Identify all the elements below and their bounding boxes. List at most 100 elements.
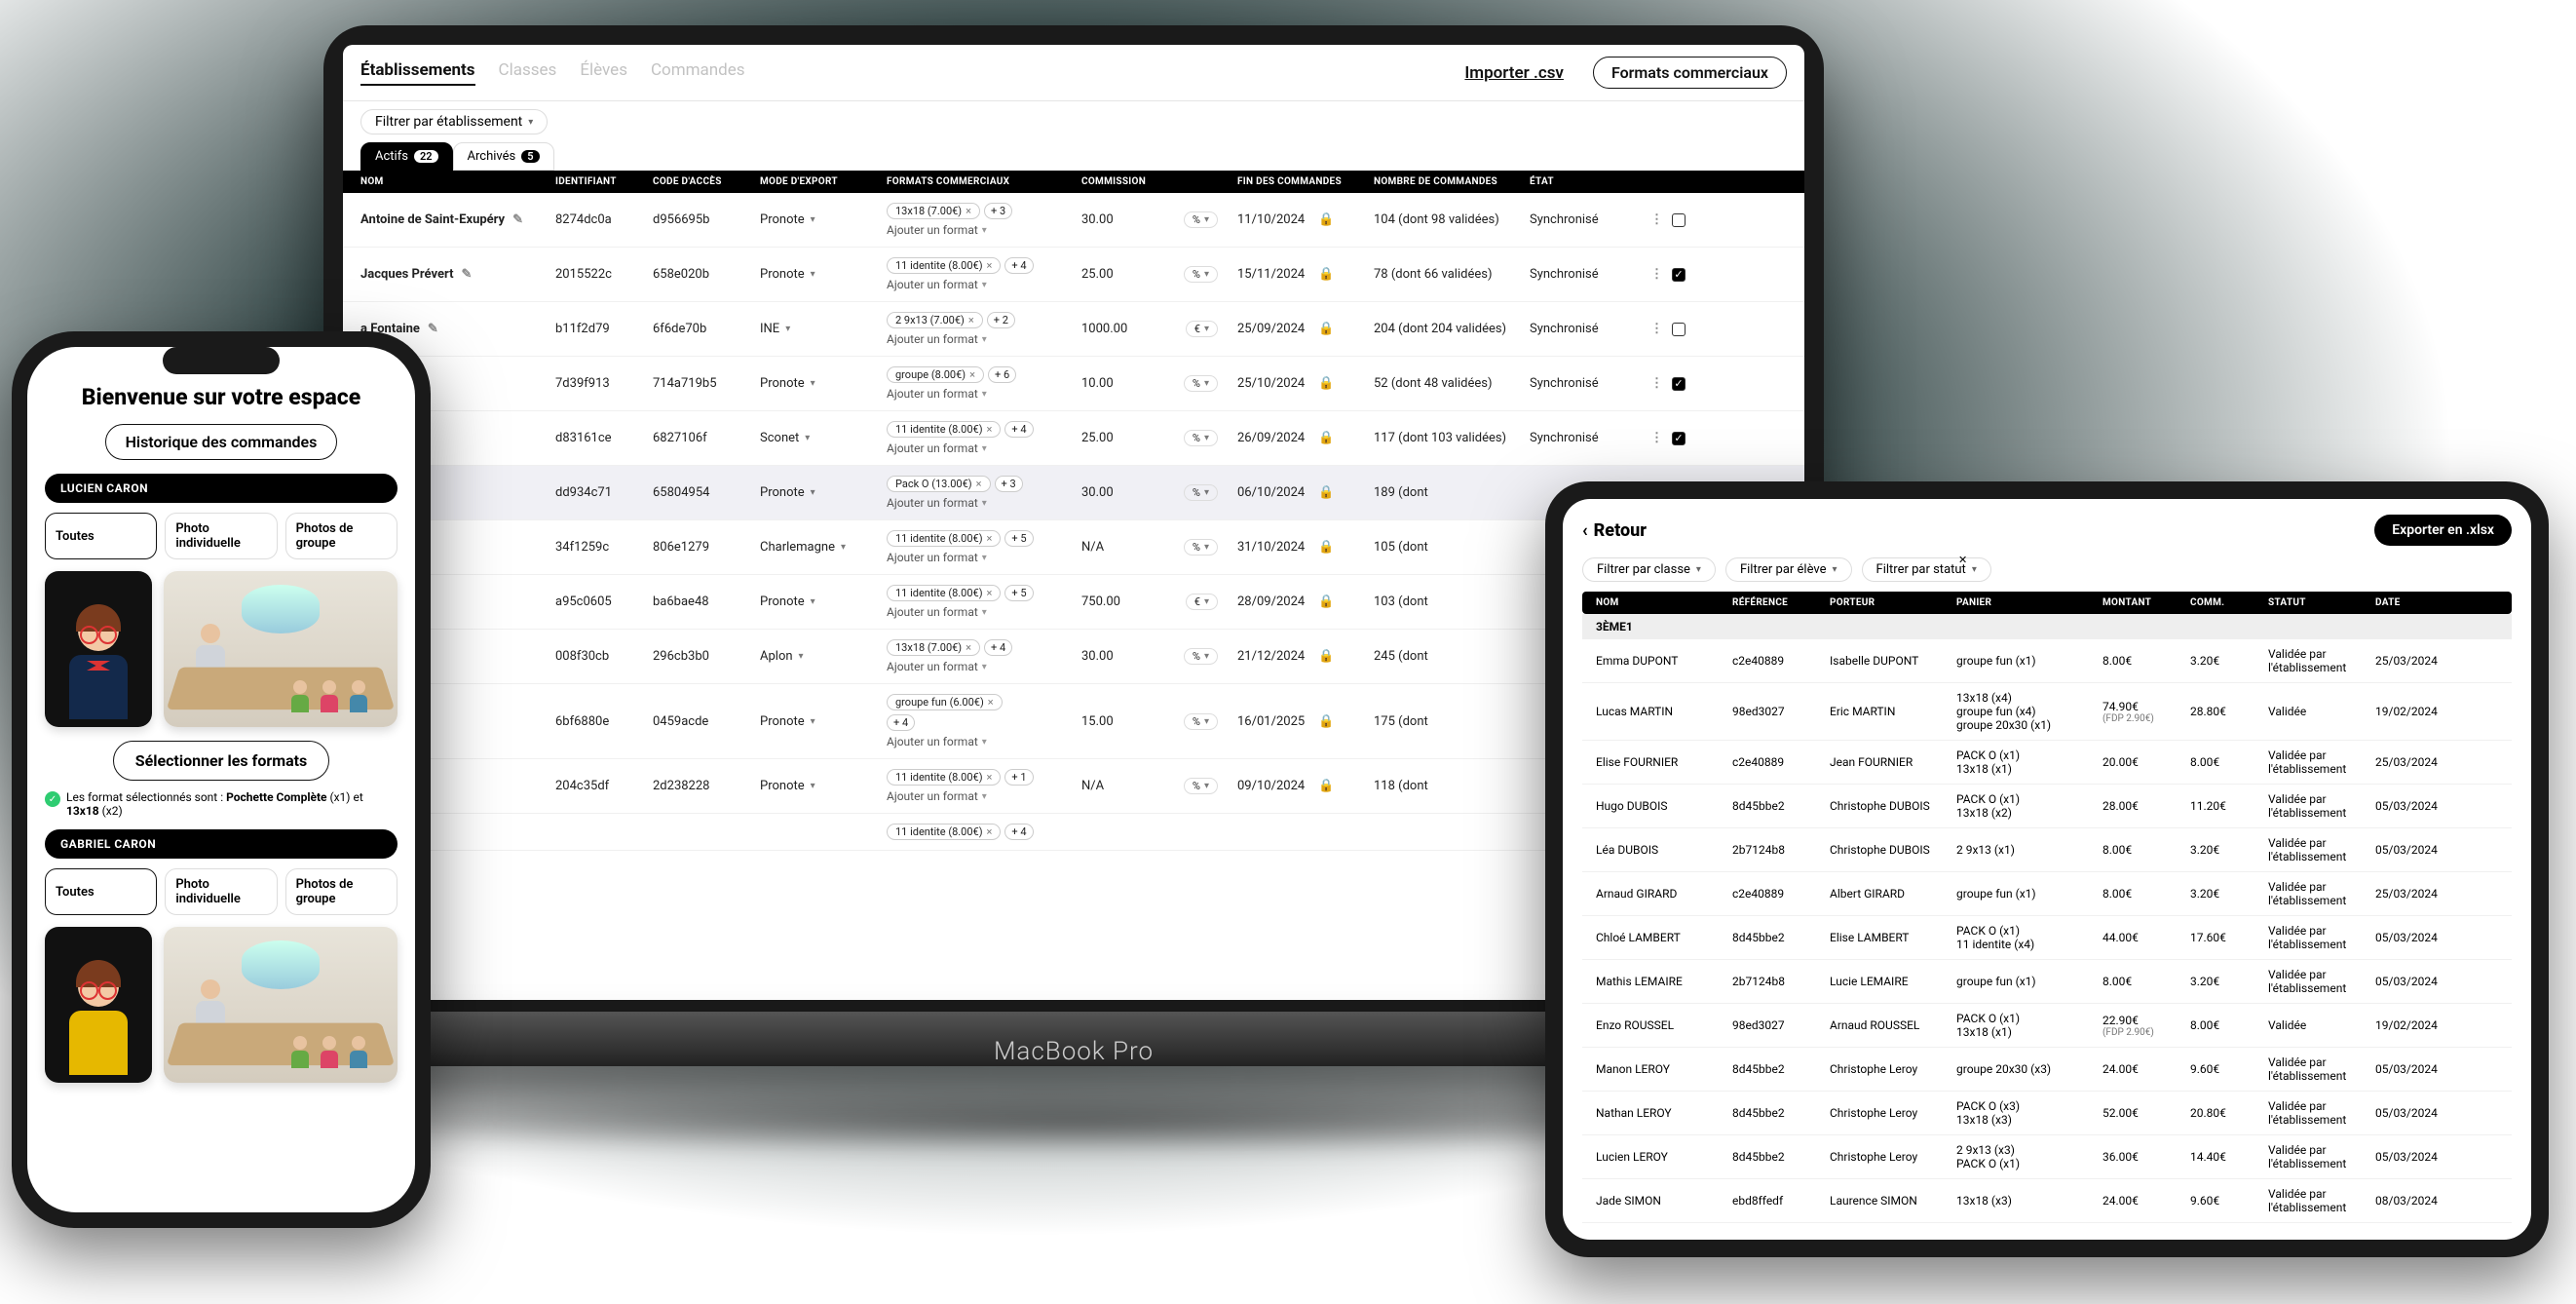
row-menu-icon[interactable]: ⋮ <box>1650 431 1664 445</box>
row-menu-icon[interactable]: ⋮ <box>1650 267 1664 282</box>
format-more-chip[interactable]: + 1 <box>1004 769 1033 786</box>
commission-unit-dropdown[interactable]: € ▾ <box>1186 594 1218 610</box>
photo-group-2[interactable] <box>164 927 398 1083</box>
cell-mode[interactable]: Pronote ▾ <box>760 779 887 793</box>
row-checkbox[interactable]: ✓ <box>1672 432 1686 445</box>
remove-chip-icon[interactable]: × <box>969 368 975 381</box>
remove-chip-icon[interactable]: × <box>968 314 974 326</box>
commission-unit-dropdown[interactable]: % ▾ <box>1184 778 1218 794</box>
format-chip[interactable]: 13x18 (7.00€) × <box>887 639 980 656</box>
table-row[interactable]: Arnaud GIRARD c2e40889 Albert GIRARD gro… <box>1582 872 2512 916</box>
add-format-button[interactable]: Ajouter un format ▾ <box>887 496 1081 510</box>
edit-icon[interactable]: ✎ <box>462 267 473 282</box>
filter-all[interactable]: Toutes <box>45 513 157 559</box>
table-row[interactable]: Chloé LAMBERT 8d45bbe2 Elise LAMBERT PAC… <box>1582 916 2512 960</box>
cell-mode[interactable]: Pronote ▾ <box>760 376 887 391</box>
cell-mode[interactable]: Aplon ▾ <box>760 649 887 664</box>
row-menu-icon[interactable]: ⋮ <box>1650 376 1664 391</box>
table-row[interactable]: Léa DUBOIS 2b7124b8 Christophe DUBOIS 2 … <box>1582 828 2512 872</box>
formats-commerciaux-button[interactable]: Formats commerciaux <box>1593 57 1787 89</box>
format-chip[interactable]: 11 identite (8.00€) × <box>887 530 1001 547</box>
export-xlsx-button[interactable]: Exporter en .xlsx <box>2374 515 2512 546</box>
back-button[interactable]: ‹ Retour <box>1582 520 1647 541</box>
row-checkbox[interactable]: ✓ <box>1672 268 1686 282</box>
remove-chip-icon[interactable]: × <box>987 587 993 599</box>
edit-icon[interactable]: ✎ <box>512 212 523 227</box>
filter-eleve-dropdown[interactable]: Filtrer par élève▾ <box>1725 557 1852 582</box>
format-more-chip[interactable]: + 5 <box>1004 530 1033 547</box>
remove-chip-icon[interactable]: × <box>987 532 993 545</box>
add-format-button[interactable]: Ajouter un format ▾ <box>887 660 1081 673</box>
format-more-chip[interactable]: + 3 <box>984 203 1012 219</box>
filter-all[interactable]: Toutes <box>45 868 157 915</box>
format-chip[interactable]: 11 identite (8.00€) × <box>887 585 1001 601</box>
add-format-button[interactable]: Ajouter un format ▾ <box>887 789 1081 803</box>
remove-chip-icon[interactable]: × <box>976 478 982 490</box>
format-chip[interactable]: 11 identite (8.00€) × <box>887 421 1001 438</box>
photo-individual-2[interactable] <box>45 927 152 1083</box>
commission-unit-dropdown[interactable]: % ▾ <box>1184 211 1218 228</box>
row-checkbox[interactable]: ✓ <box>1672 377 1686 391</box>
table-row[interactable]: s ✎ 7d39f913 714a719b5 Pronote ▾ groupe … <box>343 357 1804 411</box>
format-chip[interactable]: 13x18 (7.00€) × <box>887 203 980 219</box>
cell-mode[interactable]: INE ▾ <box>760 322 887 336</box>
format-chip[interactable]: groupe (8.00€) × <box>887 366 984 383</box>
commission-unit-dropdown[interactable]: % ▾ <box>1184 539 1218 556</box>
table-row[interactable]: Manon LEROY 8d45bbe2 Christophe Leroy gr… <box>1582 1048 2512 1092</box>
cell-mode[interactable]: Sconet ▾ <box>760 431 887 445</box>
format-more-chip[interactable]: + 4 <box>1004 824 1033 840</box>
filter-groupe[interactable]: Photos de groupe <box>285 513 398 559</box>
photo-group-1[interactable] <box>164 571 398 727</box>
add-format-button[interactable]: Ajouter un format ▾ <box>887 223 1081 237</box>
filter-classe-dropdown[interactable]: Filtrer par classe▾ <box>1582 557 1716 582</box>
cell-mode[interactable]: Charlemagne ▾ <box>760 540 887 555</box>
commission-unit-dropdown[interactable]: % ▾ <box>1184 430 1218 446</box>
filter-individuelle[interactable]: Photo individuelle <box>165 868 277 915</box>
cell-mode[interactable]: Pronote ▾ <box>760 594 887 609</box>
filter-individuelle[interactable]: Photo individuelle <box>165 513 277 559</box>
format-more-chip[interactable]: + 5 <box>1004 585 1033 601</box>
tab-eleves[interactable]: Élèves <box>580 60 627 86</box>
format-chip[interactable]: Pack O (13.00€) × <box>887 476 991 492</box>
format-chip[interactable]: 11 identite (8.00€) × <box>887 769 1001 786</box>
format-chip[interactable]: 2 9x13 (7.00€) × <box>887 312 983 328</box>
format-chip[interactable]: 11 identite (8.00€) × <box>887 824 1001 840</box>
cell-mode[interactable]: Pronote ▾ <box>760 485 887 500</box>
cell-mode[interactable]: Pronote ▾ <box>760 267 887 282</box>
row-checkbox[interactable] <box>1672 213 1686 227</box>
table-row[interactable]: Hugo DUBOIS 8d45bbe2 Christophe DUBOIS P… <box>1582 785 2512 828</box>
table-row[interactable]: n ✎ d83161ce 6827106f Sconet ▾ 11 identi… <box>343 411 1804 466</box>
table-row[interactable]: Antoine de Saint-Exupéry ✎ 8274dc0a d956… <box>343 193 1804 248</box>
table-row[interactable]: a Fontaine ✎ b11f2d79 6f6de70b INE ▾ 2 9… <box>343 302 1804 357</box>
add-format-button[interactable]: Ajouter un format ▾ <box>887 278 1081 291</box>
table-row[interactable]: Lucien LEROY 8d45bbe2 Christophe Leroy 2… <box>1582 1135 2512 1179</box>
add-format-button[interactable]: Ajouter un format ▾ <box>887 441 1081 455</box>
add-format-button[interactable]: Ajouter un format ▾ <box>887 735 1081 748</box>
format-more-chip[interactable]: + 2 <box>987 312 1015 328</box>
commission-unit-dropdown[interactable]: € ▾ <box>1186 321 1218 337</box>
commission-unit-dropdown[interactable]: % ▾ <box>1184 375 1218 392</box>
remove-chip-icon[interactable]: × <box>987 423 993 436</box>
remove-chip-icon[interactable]: × <box>987 771 993 784</box>
filter-groupe[interactable]: Photos de groupe <box>285 868 398 915</box>
filter-statut-dropdown[interactable]: Filtrer par statut▾ <box>1862 557 1991 582</box>
add-format-button[interactable]: Ajouter un format ▾ <box>887 605 1081 619</box>
commission-unit-dropdown[interactable]: % ▾ <box>1184 713 1218 730</box>
filter-etablissement-dropdown[interactable]: Filtrer par établissement ▾ <box>360 109 548 134</box>
subtab-archives[interactable]: Archivés 5 <box>453 142 554 171</box>
format-more-chip[interactable]: + 4 <box>984 639 1012 656</box>
add-format-button[interactable]: Ajouter un format ▾ <box>887 332 1081 346</box>
tab-commandes[interactable]: Commandes <box>651 60 745 86</box>
row-menu-icon[interactable]: ⋮ <box>1650 212 1664 227</box>
tab-etablissements[interactable]: Établissements <box>360 60 475 86</box>
commission-unit-dropdown[interactable]: % ▾ <box>1184 648 1218 665</box>
clear-filter-icon[interactable]: ✕ <box>1958 554 1967 566</box>
remove-chip-icon[interactable]: × <box>987 825 993 838</box>
table-row[interactable]: Mathis LEMAIRE 2b7124b8 Lucie LEMAIRE gr… <box>1582 960 2512 1004</box>
commission-unit-dropdown[interactable]: % ▾ <box>1184 266 1218 283</box>
photo-individual-1[interactable] <box>45 571 152 727</box>
add-format-button[interactable]: Ajouter un format ▾ <box>887 551 1081 564</box>
remove-chip-icon[interactable]: × <box>987 259 993 272</box>
table-row[interactable]: Enzo ROUSSEL 98ed3027 Arnaud ROUSSEL PAC… <box>1582 1004 2512 1048</box>
format-more-chip[interactable]: + 3 <box>995 476 1023 492</box>
